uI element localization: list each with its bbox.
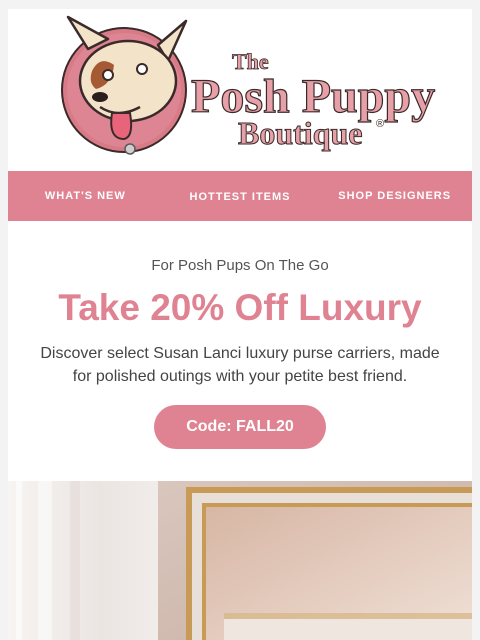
registered-mark: ® [376,118,384,130]
promo-subtitle: For Posh Pups On The Go [151,257,329,274]
main-nav: WHAT'S NEW HOTTEST ITEMS SHOP DESIGNERS [8,171,472,221]
hero-image[interactable] [8,481,472,640]
promo-headline: Take 20% Off Luxury [58,287,422,328]
promo-code-button[interactable]: Code: FALL20 [154,405,326,449]
posh-puppy-logo: The Posh Puppy Boutique ® [61,15,436,155]
nav-item-hottest-items[interactable]: HOTTEST ITEMS [163,171,318,221]
brand-logo[interactable]: The Posh Puppy Boutique ® [8,9,472,171]
nav-item-whats-new[interactable]: WHAT'S NEW [8,171,163,221]
nav-item-shop-designers[interactable]: SHOP DESIGNERS [317,171,472,221]
boutique-interior-photo [8,481,472,640]
email-card: The Posh Puppy Boutique ® WHAT'S NEW HOT… [8,9,472,640]
promo-body: Discover select Susan Lanci luxury purse… [40,345,440,385]
logo-line-3: Boutique [238,115,362,151]
